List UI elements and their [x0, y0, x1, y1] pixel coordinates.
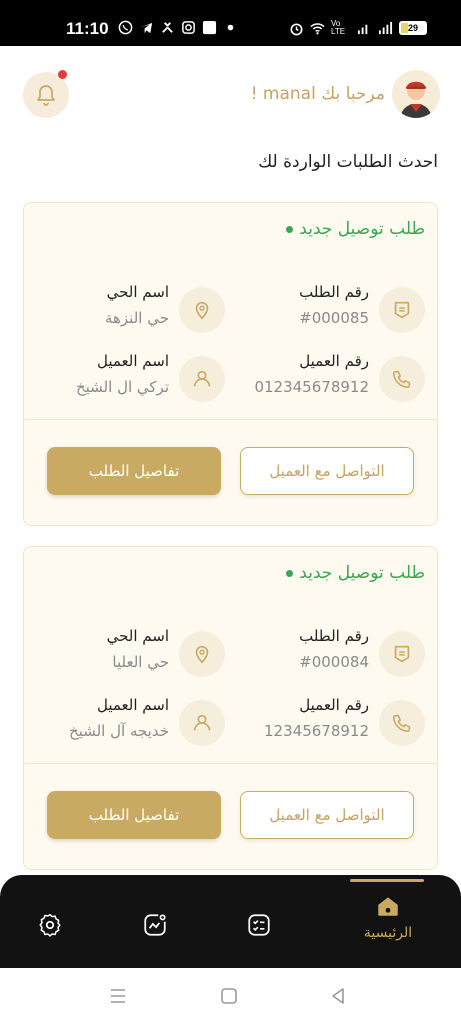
- page-title: احدث الطلبات الواردة لك: [258, 152, 438, 172]
- receipt-icon: [394, 645, 410, 663]
- customer-number-field: رقم العميل 12345678912: [235, 696, 425, 752]
- contact-customer-button[interactable]: التواصل مع العميل: [240, 791, 414, 839]
- checklist-icon: [248, 914, 270, 936]
- district-label: اسم الحي: [106, 283, 169, 301]
- divider: [24, 763, 437, 764]
- customer-number-label: رقم العميل: [299, 696, 369, 714]
- status-dot: [286, 225, 294, 233]
- district-label: اسم الحي: [106, 627, 169, 645]
- nav-settings[interactable]: [30, 905, 70, 945]
- customer-number-field: رقم العميل 012345678912: [235, 352, 425, 408]
- nav-stats[interactable]: [135, 905, 175, 945]
- gear-icon: [39, 913, 61, 937]
- customer-name-field: اسم العميل خديجه آل الشيخ: [35, 696, 225, 752]
- order-status: طلب توصيل جديد: [286, 563, 425, 583]
- battery-indicator: 29: [399, 21, 427, 35]
- status-dot: [286, 569, 294, 577]
- bell-icon: [37, 85, 55, 106]
- location-icon: [195, 301, 209, 320]
- user-icon: [193, 714, 211, 731]
- order-details-button[interactable]: تفاصيل الطلب: [47, 791, 221, 839]
- order-number-label: رقم الطلب: [299, 283, 369, 301]
- battery-level: 29: [407, 23, 418, 33]
- whatsapp-icon: [118, 20, 133, 35]
- square-icon: [202, 20, 217, 35]
- district-field: اسم الحي حي العليا: [35, 627, 225, 683]
- customer-number-value: 12345678912: [264, 722, 369, 740]
- nav-home-label: الرئيسية: [363, 925, 413, 941]
- order-number-field: رقم الطلب #000084: [235, 627, 425, 683]
- chart-icon: [144, 914, 166, 936]
- battery-fill: [401, 23, 408, 33]
- avatar[interactable]: [392, 70, 440, 118]
- customer-name-label: اسم العميل: [96, 352, 169, 370]
- dot-icon: [227, 24, 234, 31]
- order-status: طلب توصيل جديد: [286, 219, 425, 239]
- back-icon[interactable]: [328, 986, 348, 1006]
- tools-icon: [162, 22, 173, 33]
- wifi-icon: [310, 22, 325, 34]
- customer-name-value: خديجه آل الشيخ: [69, 722, 169, 740]
- order-number-value: #000085: [299, 309, 369, 327]
- network-label: Vo LTE: [331, 19, 346, 36]
- divider: [24, 419, 437, 420]
- home-button-icon[interactable]: [219, 986, 239, 1006]
- contact-customer-button[interactable]: التواصل مع العميل: [240, 447, 414, 495]
- bottom-navigation: الرئيسية: [0, 875, 461, 968]
- nav-tasks[interactable]: [239, 905, 279, 945]
- order-card: طلب توصيل جديد رقم الطلب #000085 اسم الح…: [23, 202, 438, 526]
- customer-number-label: رقم العميل: [299, 352, 369, 370]
- phone-icon: [392, 370, 411, 389]
- district-value: حي العليا: [112, 653, 169, 671]
- courier-avatar-icon: [392, 70, 440, 118]
- home-icon: [378, 897, 398, 916]
- notification-badge: [58, 70, 67, 79]
- customer-name-value: تركي ال الشيخ: [75, 378, 169, 396]
- status-bar: 11:10 Vo LTE 29: [0, 0, 461, 46]
- signal-icon: [357, 24, 368, 34]
- order-card: طلب توصيل جديد رقم الطلب #000084 اسم الح…: [23, 546, 438, 870]
- system-navigation-bar: [0, 968, 461, 1024]
- receipt-icon: [394, 301, 410, 319]
- order-details-button[interactable]: تفاصيل الطلب: [47, 447, 221, 495]
- instagram-icon: [182, 21, 195, 34]
- order-number-label: رقم الطلب: [299, 627, 369, 645]
- order-status-label: طلب توصيل جديد: [299, 219, 425, 239]
- recent-apps-icon[interactable]: [108, 986, 128, 1006]
- telegram-icon: [140, 22, 153, 34]
- phone-icon: [392, 714, 411, 733]
- order-number-field: رقم الطلب #000085: [235, 283, 425, 339]
- district-value: حي النزهة: [104, 309, 169, 327]
- user-icon: [193, 370, 211, 387]
- location-icon: [195, 645, 209, 664]
- alarm-icon: [290, 22, 303, 35]
- status-time: 11:10: [66, 19, 109, 38]
- order-number-value: #000084: [299, 653, 369, 671]
- customer-name-field: اسم العميل تركي ال الشيخ: [35, 352, 225, 408]
- customer-number-value: 012345678912: [254, 378, 369, 396]
- nav-home[interactable]: الرئيسية: [355, 893, 421, 941]
- customer-name-label: اسم العميل: [96, 696, 169, 714]
- active-tab-indicator: [350, 879, 424, 882]
- signal-icon-2: [378, 21, 393, 34]
- order-status-label: طلب توصيل جديد: [299, 563, 425, 583]
- district-field: اسم الحي حي النزهة: [35, 283, 225, 339]
- welcome-text: مرحبا بك manal !: [250, 84, 385, 104]
